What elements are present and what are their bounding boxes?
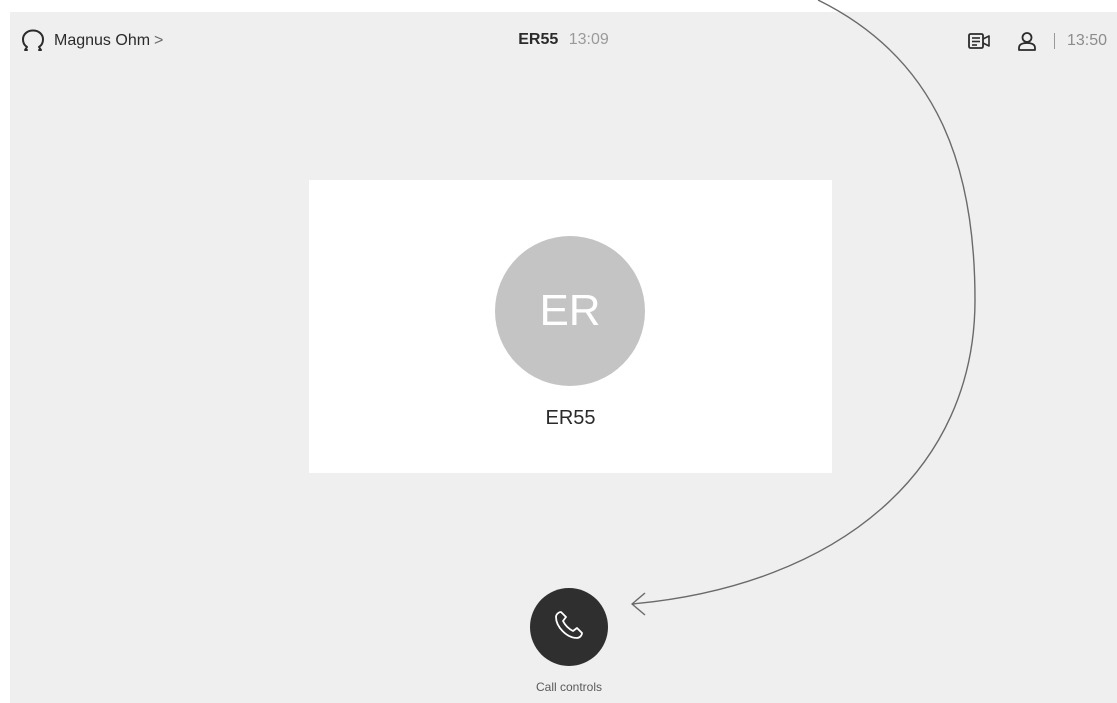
call-participant-name: ER55 — [518, 31, 559, 48]
call-info: ER55 13:09 — [10, 31, 1117, 49]
avatar: ER — [495, 236, 645, 386]
touch-panel-screen: Magnus Ohm > ER55 13:09 13:50 ER ER55 Ca… — [10, 12, 1117, 703]
call-duration: 13:09 — [568, 31, 609, 48]
call-controls-button[interactable] — [530, 588, 608, 666]
call-controls-label: Call controls — [535, 680, 603, 694]
divider — [1053, 33, 1055, 49]
participant-name: ER55 — [545, 407, 596, 429]
phone-handset-icon — [549, 605, 589, 650]
clock: 13:50 — [1066, 32, 1107, 49]
layout-icon[interactable] — [966, 28, 992, 54]
top-right-controls: 13:50 — [966, 26, 1107, 56]
participant-card: ER ER55 — [309, 180, 832, 473]
person-icon[interactable] — [1014, 28, 1040, 54]
top-bar: Magnus Ohm > ER55 13:09 13:50 — [10, 12, 1117, 70]
